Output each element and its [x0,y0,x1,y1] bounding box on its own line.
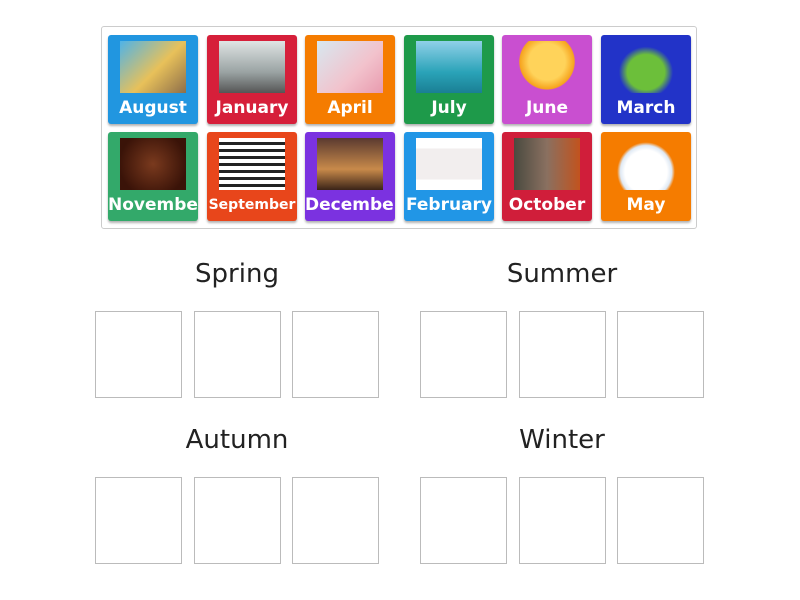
card-image [514,41,580,93]
drop-slot-summer-2[interactable] [519,311,606,398]
group-title-autumn: Autumn [185,425,289,455]
card-image [613,138,679,190]
card-label: February [405,195,493,215]
card-image [416,41,482,93]
group-title-spring: Spring [195,259,279,289]
drop-slot-spring-2[interactable] [194,311,281,398]
drop-slot-spring-1[interactable] [95,311,182,398]
card-june[interactable]: June [502,35,592,124]
drop-slot-winter-1[interactable] [420,477,507,564]
card-august[interactable]: August [108,35,198,124]
card-image [219,41,285,93]
drop-slot-winter-3[interactable] [617,477,704,564]
card-label: December [305,195,395,215]
card-label: August [119,98,187,118]
card-image [317,138,383,190]
card-image [613,41,679,93]
card-label: January [215,98,289,118]
group-title-summer: Summer [506,259,618,289]
card-image [317,41,383,93]
card-april[interactable]: April [305,35,395,124]
card-december[interactable]: December [305,132,395,221]
card-september[interactable]: September [207,132,297,221]
drop-slot-autumn-1[interactable] [95,477,182,564]
card-march[interactable]: March [601,35,691,124]
card-january[interactable]: January [207,35,297,124]
card-july[interactable]: July [404,35,494,124]
drop-slot-spring-3[interactable] [292,311,379,398]
card-label: September [208,197,296,213]
card-image [416,138,482,190]
card-may[interactable]: May [601,132,691,221]
drop-slot-summer-3[interactable] [617,311,704,398]
card-image [219,138,285,190]
card-image [120,41,186,93]
card-label: November [108,195,198,215]
card-label: July [431,98,467,118]
card-label: June [525,98,569,118]
card-image [120,138,186,190]
card-label: May [626,195,666,215]
card-october[interactable]: October [502,132,592,221]
card-image [514,138,580,190]
card-label: April [327,98,373,118]
drop-slot-summer-1[interactable] [420,311,507,398]
drop-slot-autumn-3[interactable] [292,477,379,564]
card-label: March [616,98,676,118]
drop-slot-winter-2[interactable] [519,477,606,564]
drop-slot-autumn-2[interactable] [194,477,281,564]
card-label: October [508,195,586,215]
card-november[interactable]: November [108,132,198,221]
group-title-winter: Winter [519,425,605,455]
card-february[interactable]: February [404,132,494,221]
